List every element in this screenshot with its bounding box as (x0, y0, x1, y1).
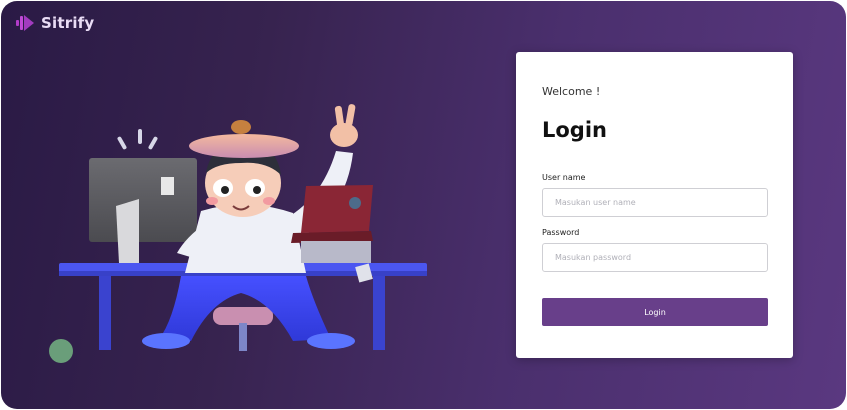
login-button[interactable]: Login (542, 298, 768, 326)
username-input[interactable] (542, 188, 768, 217)
password-label: Password (542, 228, 580, 237)
login-title: Login (542, 118, 607, 142)
login-page: Sitrify Welcome ! Login User name Masuka… (1, 1, 846, 409)
username-label: User name (542, 173, 586, 182)
login-card: Welcome ! Login User name Password Login (516, 52, 793, 358)
person-at-desk-illustration (49, 104, 427, 363)
password-input[interactable] (542, 243, 768, 272)
welcome-text: Welcome ! (542, 85, 601, 98)
